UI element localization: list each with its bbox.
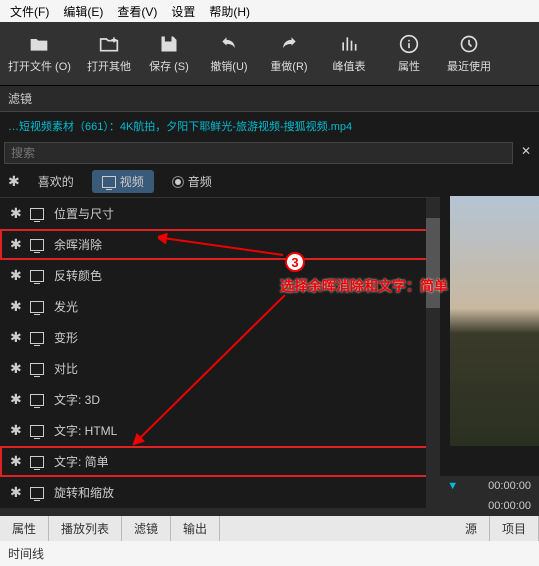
filter-item[interactable]: ✱ 文字: 3D <box>0 384 440 415</box>
search-input[interactable] <box>4 142 513 164</box>
tab-video[interactable]: 视频 <box>92 170 154 193</box>
monitor-icon <box>30 301 44 313</box>
recent-button[interactable]: 最近使用 <box>439 26 499 81</box>
filter-label: 文字: 简单 <box>54 453 109 470</box>
save-button[interactable]: 保存 (S) <box>139 26 199 81</box>
tab-filter[interactable]: 滤镜 <box>122 516 171 541</box>
tab-properties[interactable]: 属性 <box>0 516 49 541</box>
undo-button[interactable]: 撤销(U) <box>199 26 259 81</box>
monitor-icon <box>30 487 44 499</box>
filter-label: 文字: HTML <box>54 422 117 439</box>
redo-button[interactable]: 重做(R) <box>259 26 319 81</box>
menu-help[interactable]: 帮助(H) <box>203 1 256 22</box>
filter-list: ✱ 位置与尺寸 ✱ 余晖消除 ✱ 反转颜色 ✱ 发光 ✱ 变形 ✱ 对比 ✱ 文字: 3D ✱ 文字: HTM… <box>0 198 440 508</box>
folder-plus-icon <box>99 34 119 54</box>
search-row: ✕ <box>0 140 539 166</box>
menu-file[interactable]: 文件(F) <box>4 1 55 22</box>
item-marker-icon: ✱ <box>10 360 20 377</box>
playhead-marker-icon[interactable]: ▼ <box>447 480 458 492</box>
menu-edit[interactable]: 编辑(E) <box>57 1 109 22</box>
tab-playlist[interactable]: 播放列表 <box>49 516 122 541</box>
filter-item[interactable]: ✱ 文字: 简单 <box>0 446 440 477</box>
monitor-icon <box>102 176 116 188</box>
folder-open-icon <box>29 34 49 54</box>
toolbar: 打开文件 (O) 打开其他 保存 (S) 撤销(U) 重做(R) 峰值表 属性 … <box>0 22 539 86</box>
panel-title: 滤镜 <box>0 86 539 112</box>
filter-item[interactable]: ✱ 变形 <box>0 322 440 353</box>
current-filename: …短视频素材（661）：4K航拍，夕阳下耶鲜光-旅游视频-搜狐视频.mp4 <box>0 112 539 140</box>
filter-item[interactable]: ✱ 发光 <box>0 291 440 322</box>
info-icon <box>399 34 419 54</box>
monitor-icon <box>30 425 44 437</box>
monitor-icon <box>30 332 44 344</box>
redo-icon <box>279 34 299 54</box>
item-marker-icon: ✱ <box>10 329 20 346</box>
item-marker-icon: ✱ <box>10 453 20 470</box>
filter-item[interactable]: ✱ 反转颜色 <box>0 260 440 291</box>
timecode-start: 00:00:00 <box>488 480 531 492</box>
monitor-icon <box>30 456 44 468</box>
filter-label: 反转颜色 <box>54 267 102 284</box>
equalizer-icon <box>339 34 359 54</box>
filter-item[interactable]: ✱ 对比 <box>0 353 440 384</box>
clock-icon <box>459 34 479 54</box>
filter-label: 旋转和缩放 <box>54 484 114 501</box>
tab-output[interactable]: 输出 <box>171 516 220 541</box>
item-marker-icon: ✱ <box>10 236 20 253</box>
peak-button[interactable]: 峰值表 <box>319 26 379 81</box>
filter-label: 位置与尺寸 <box>54 205 114 222</box>
item-marker-icon: ✱ <box>10 484 20 501</box>
filter-item[interactable]: ✱ 位置与尺寸 <box>0 198 440 229</box>
filter-tabs: ✱ 喜欢的 视频 音频 <box>0 166 440 198</box>
filter-label: 发光 <box>54 298 78 315</box>
tab-project[interactable]: 项目 <box>490 516 539 541</box>
filter-label: 余晖消除 <box>54 236 102 253</box>
save-icon <box>159 34 179 54</box>
monitor-icon <box>30 270 44 282</box>
preview-panel <box>440 166 539 476</box>
favorite-icon: ✱ <box>8 173 20 190</box>
tab-audio[interactable]: 音频 <box>162 170 222 193</box>
open-other-button[interactable]: 打开其他 <box>79 26 139 81</box>
radio-icon <box>172 176 184 188</box>
item-marker-icon: ✱ <box>10 391 20 408</box>
monitor-icon <box>30 394 44 406</box>
scrollbar[interactable] <box>426 198 440 508</box>
status-bar: 时间线 <box>0 541 539 566</box>
monitor-icon <box>30 208 44 220</box>
filter-label: 对比 <box>54 360 78 377</box>
timecode-current: 00:00:00 <box>488 500 531 512</box>
clear-search-icon[interactable]: ✕ <box>517 144 535 162</box>
menu-view[interactable]: 查看(V) <box>111 1 163 22</box>
menu-bar: 文件(F) 编辑(E) 查看(V) 设置 帮助(H) <box>0 0 539 22</box>
item-marker-icon: ✱ <box>10 205 20 222</box>
tab-favorites[interactable]: 喜欢的 <box>28 170 84 193</box>
item-marker-icon: ✱ <box>10 422 20 439</box>
filter-item[interactable]: ✱ 文字: HTML <box>0 415 440 446</box>
filter-label: 文字: 3D <box>54 391 100 408</box>
props-button[interactable]: 属性 <box>379 26 439 81</box>
video-preview <box>450 196 539 446</box>
menu-settings[interactable]: 设置 <box>165 1 201 22</box>
undo-icon <box>219 34 239 54</box>
tab-source[interactable]: 源 <box>453 516 490 541</box>
filter-label: 变形 <box>54 329 78 346</box>
filter-item[interactable]: ✱ 余晖消除 <box>0 229 440 260</box>
filter-item[interactable]: ✱ 旋转和缩放 <box>0 477 440 508</box>
bottom-tabs: 属性 播放列表 滤镜 输出 源 项目 <box>0 516 539 541</box>
item-marker-icon: ✱ <box>10 298 20 315</box>
scroll-thumb[interactable] <box>426 218 440 308</box>
monitor-icon <box>30 363 44 375</box>
open-file-button[interactable]: 打开文件 (O) <box>0 26 79 81</box>
item-marker-icon: ✱ <box>10 267 20 284</box>
monitor-icon <box>30 239 44 251</box>
